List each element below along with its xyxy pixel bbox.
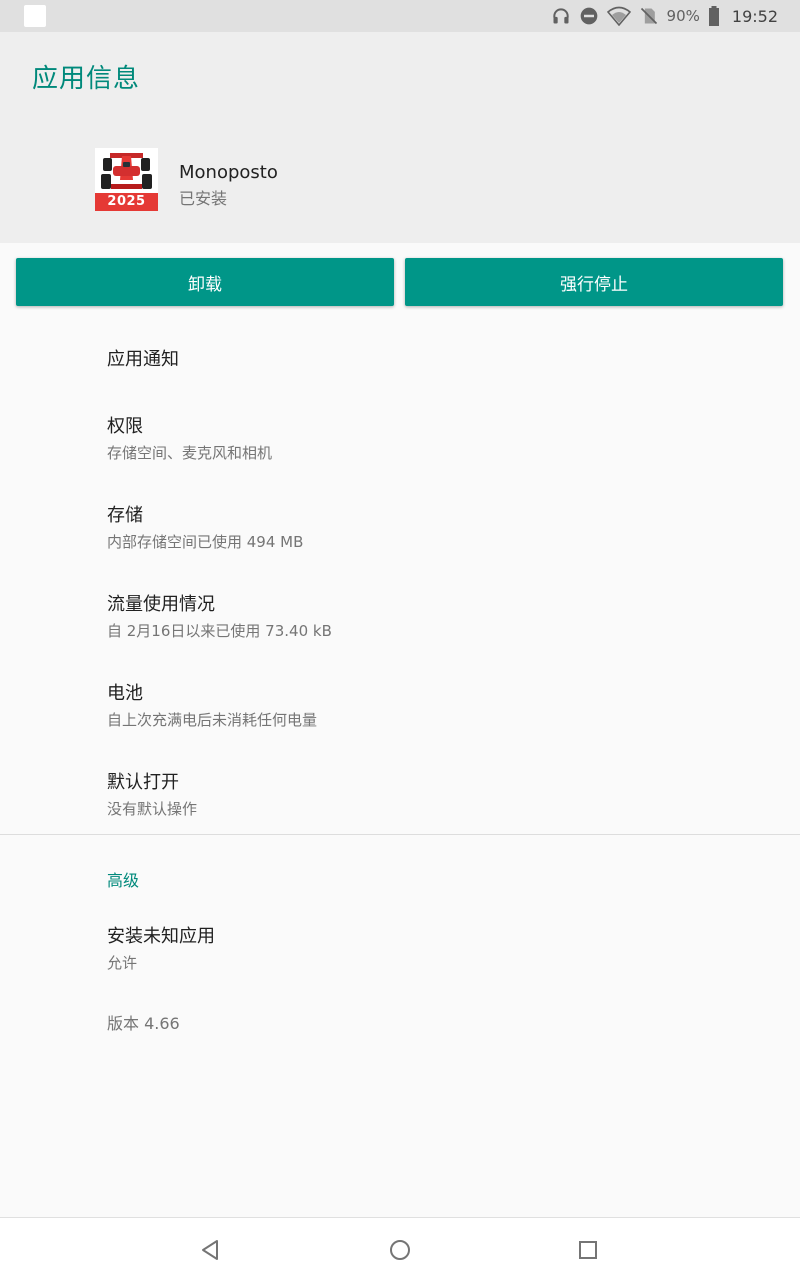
setting-subtitle: 存储空间、麦克风和相机 — [107, 444, 273, 462]
status-bar: 90% 19:52 — [0, 0, 800, 32]
app-install-status: 已安装 — [179, 189, 228, 208]
setting-item-permissions[interactable]: 权限 存储空间、麦克风和相机 — [107, 412, 767, 463]
app-name: Monoposto — [179, 162, 278, 183]
setting-subtitle: 自 2月16日以来已使用 73.40 kB — [107, 622, 332, 640]
setting-item-install-unknown-apps[interactable]: 安装未知应用 允许 — [107, 922, 767, 973]
do-not-disturb-icon — [579, 6, 599, 26]
setting-subtitle: 没有默认操作 — [107, 800, 198, 818]
home-icon[interactable] — [388, 1238, 412, 1262]
app-info-header: 应用信息 2025 Monoposto 已安装 — [0, 32, 800, 243]
app-icon: 2025 — [95, 148, 158, 211]
notification-icon — [24, 5, 46, 27]
battery-percent: 90% — [666, 7, 700, 25]
setting-title: 安装未知应用 — [107, 926, 215, 947]
battery-icon — [708, 6, 720, 26]
status-icons: 90% 19:52 — [551, 0, 778, 32]
navigation-bar — [0, 1217, 800, 1281]
setting-title: 应用通知 — [107, 349, 179, 370]
race-car-icon — [95, 148, 158, 193]
setting-subtitle: 内部存储空间已使用 494 MB — [107, 533, 304, 551]
headphones-icon — [551, 6, 571, 26]
advanced-section-label: 高级 — [107, 871, 140, 890]
recents-icon[interactable] — [576, 1238, 600, 1262]
setting-title: 权限 — [107, 416, 143, 437]
wifi-icon — [606, 6, 631, 26]
setting-item-open-by-default[interactable]: 默认打开 没有默认操作 — [107, 768, 767, 819]
setting-title: 存储 — [107, 505, 143, 526]
setting-title: 默认打开 — [107, 772, 179, 793]
status-time: 19:52 — [731, 6, 778, 26]
no-sim-icon — [639, 6, 659, 26]
setting-title: 流量使用情况 — [107, 594, 215, 615]
setting-item-notifications[interactable]: 应用通知 — [107, 345, 767, 371]
app-icon-year: 2025 — [95, 193, 158, 211]
setting-item-battery[interactable]: 电池 自上次充满电后未消耗任何电量 — [107, 679, 767, 730]
setting-item-storage[interactable]: 存储 内部存储空间已使用 494 MB — [107, 501, 767, 552]
force-stop-button[interactable]: 强行停止 — [405, 258, 783, 306]
uninstall-button[interactable]: 卸载 — [16, 258, 394, 306]
section-divider — [0, 834, 800, 835]
back-icon[interactable] — [198, 1238, 222, 1262]
setting-item-data-usage[interactable]: 流量使用情况 自 2月16日以来已使用 73.40 kB — [107, 590, 767, 641]
setting-title: 电池 — [107, 683, 143, 704]
setting-subtitle: 允许 — [107, 954, 138, 972]
app-version: 版本 4.66 — [107, 1014, 180, 1033]
setting-subtitle: 自上次充满电后未消耗任何电量 — [107, 711, 318, 729]
page-title: 应用信息 — [32, 64, 141, 94]
